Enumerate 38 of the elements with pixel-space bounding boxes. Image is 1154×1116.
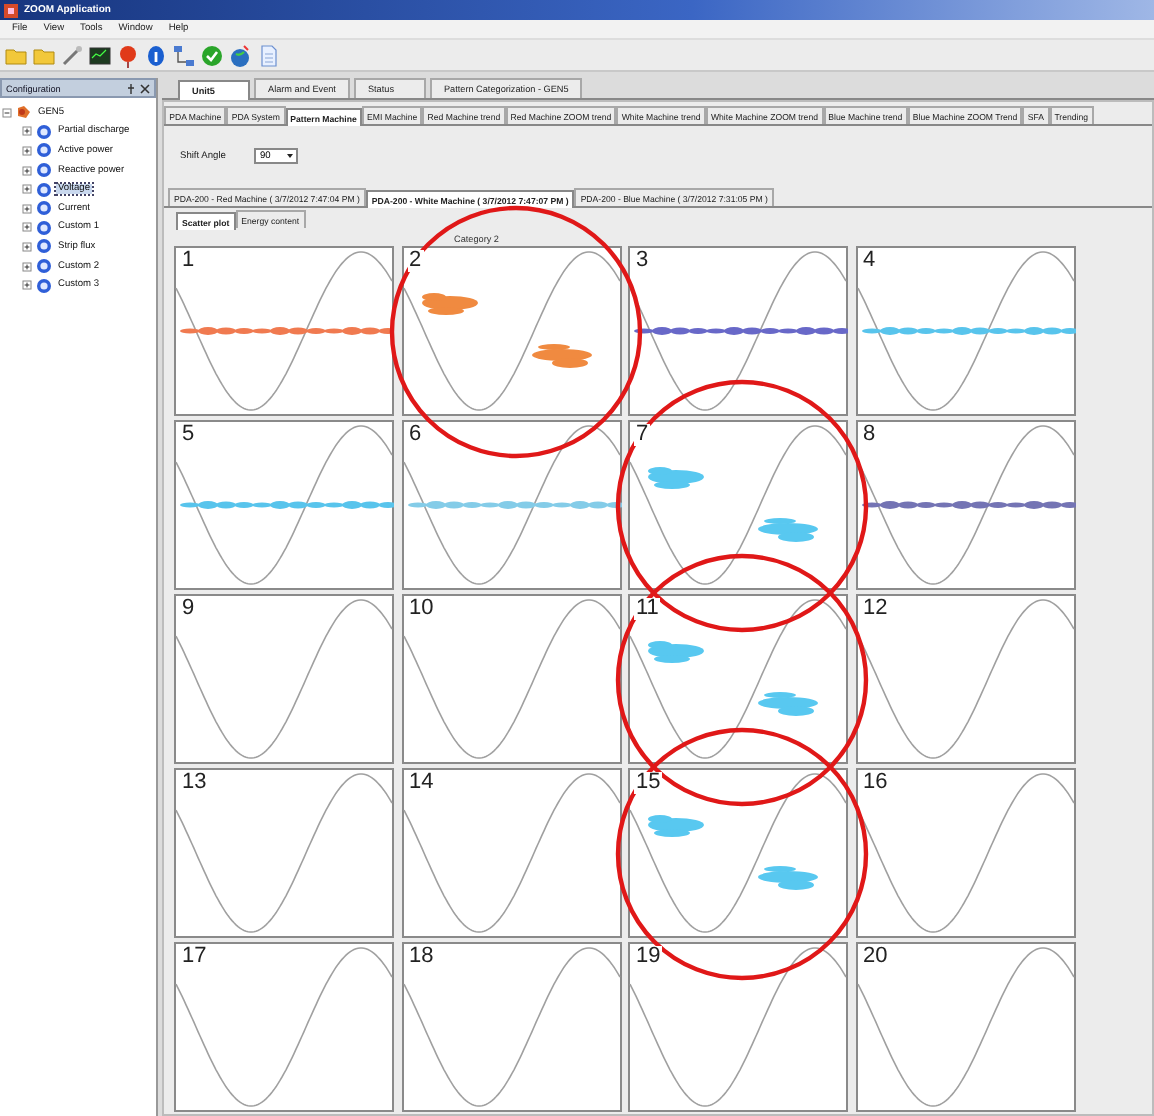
expand-icon[interactable] (22, 261, 32, 272)
plot-number: 9 (180, 598, 197, 620)
network-icon[interactable] (172, 43, 196, 67)
plot-number: 3 (634, 250, 651, 272)
plot-number: 7 (634, 424, 651, 446)
balloon-icon[interactable] (116, 43, 140, 67)
plot-number: 19 (634, 946, 663, 968)
check-icon[interactable] (200, 43, 224, 67)
caret-icon (283, 150, 296, 162)
expand-icon[interactable] (22, 280, 32, 291)
machine-icon (16, 104, 32, 121)
pin-icon[interactable] (126, 83, 136, 93)
expand-icon[interactable] (22, 126, 32, 137)
plot-number: 1 (180, 250, 197, 272)
plot-number: 16 (861, 772, 890, 794)
app-icon (4, 3, 18, 17)
collapse-icon[interactable] (2, 107, 12, 118)
plot-number: 12 (861, 598, 890, 620)
plot-number: 17 (180, 946, 209, 968)
expand-icon[interactable] (22, 203, 32, 214)
expand-icon[interactable] (22, 184, 32, 195)
plot-number: 15 (634, 772, 663, 794)
monitor-icon[interactable] (88, 43, 112, 67)
info-icon[interactable] (144, 43, 168, 67)
close-icon[interactable] (140, 83, 150, 93)
plot-number: 14 (407, 772, 436, 794)
expand-icon[interactable] (22, 241, 32, 252)
wand-icon[interactable] (60, 43, 84, 67)
plot-number: 11 (634, 598, 661, 620)
expand-icon[interactable] (22, 165, 32, 176)
plot-number: 5 (180, 424, 197, 446)
plot-number: 18 (407, 946, 436, 968)
plot-number: 10 (407, 598, 436, 620)
plot-number: 13 (180, 772, 209, 794)
expand-icon[interactable] (22, 222, 32, 233)
expand-icon[interactable] (22, 145, 32, 156)
plot-number: 20 (861, 946, 890, 968)
globe-icon[interactable] (228, 43, 252, 67)
